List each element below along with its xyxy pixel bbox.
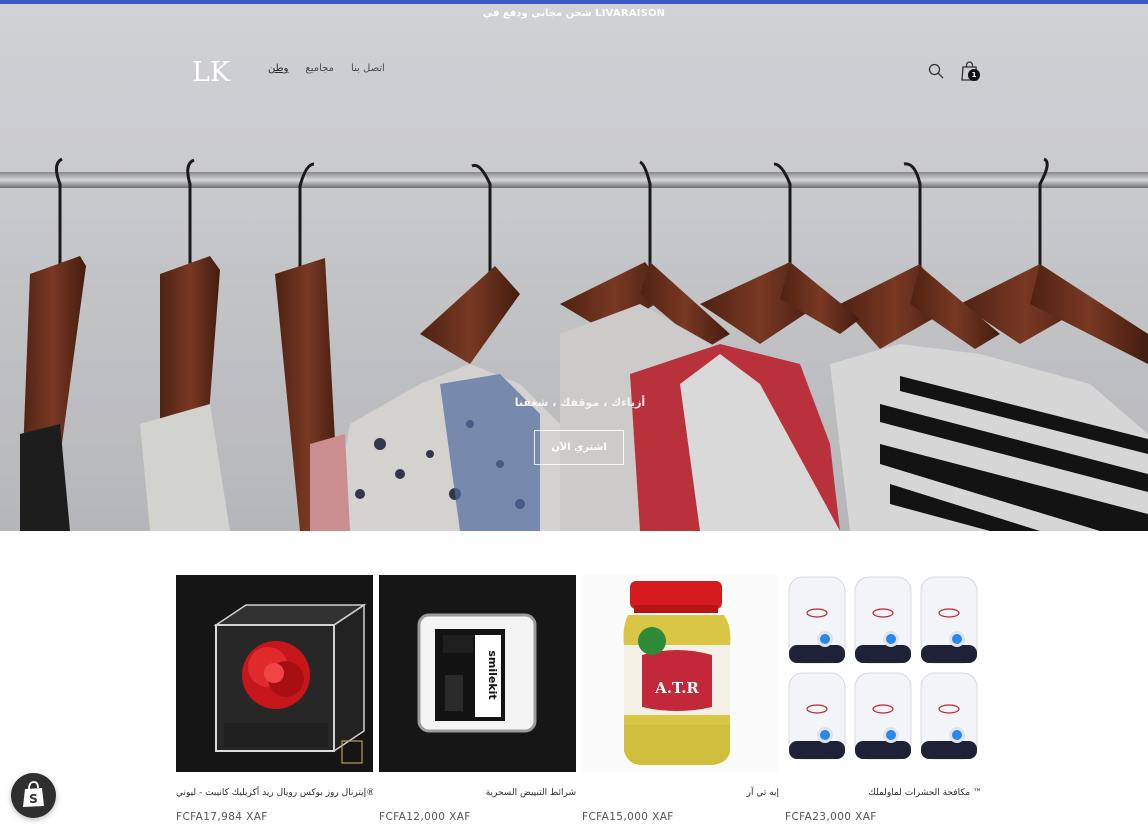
product-image-pest-repellers [785,575,982,772]
product-card[interactable]: smilekit شرائط التبييض السحرية FCFA12,00… [379,575,576,823]
product-image-rose-box [176,575,373,772]
search-icon[interactable] [928,63,944,79]
product-card[interactable]: مكافحة الحشرات لماولملك ™ FCFA23,000 XAF [785,575,982,823]
svg-text:S: S [29,792,38,806]
product-grid: إيترنال روز بوكس رويال ريد أكريليك كانيب… [176,575,984,828]
svg-text:smilekit: smilekit [486,650,499,699]
product-title[interactable]: مكافحة الحشرات لماولملك ™ [785,786,982,800]
shop-now-button[interactable]: اشتري الآن [534,430,624,465]
product-title[interactable]: إيه تي آر [582,786,779,800]
product-price: FCFA15,000 XAF [582,811,674,823]
store-logo[interactable]: LK [191,56,233,86]
product-price: FCFA23,000 XAF [785,811,877,823]
cart-count-badge: 1 [968,69,980,81]
svg-text:A.T.R: A.T.R [654,679,699,697]
nav-item-home[interactable]: وطن [268,63,288,79]
product-card[interactable]: A.T.R إيه تي آر FCFA15,000 XAF [582,575,779,823]
product-title[interactable]: إيترنال روز بوكس رويال ريد أكريليك كانيب… [176,786,373,800]
logo-text: LK [192,57,231,86]
product-image-atr-jar: A.T.R [582,575,779,772]
product-card[interactable]: إيترنال روز بوكس رويال ريد أكريليك كانيب… [176,575,373,823]
shop-pay-badge[interactable]: S [11,773,56,818]
shopify-bag-icon: S [23,781,44,807]
product-price: FCFA17,984 XAF [176,811,268,823]
product-image-whitening-strips: smilekit [379,575,576,772]
nav-item-collections[interactable]: مجاميع [305,63,334,79]
hero-caption: أزياءك ، موقفك ، شغفنا [514,396,646,409]
nav-item-contact[interactable]: اتصل بنا [351,63,385,79]
product-title[interactable]: شرائط التبييض السحرية [379,786,576,800]
product-price: FCFA12,000 XAF [379,811,471,823]
announcement-bar: شحن مجاني ودفع في LIVARAISON [482,8,666,19]
main-nav: وطن مجاميع اتصل بنا [268,63,385,79]
